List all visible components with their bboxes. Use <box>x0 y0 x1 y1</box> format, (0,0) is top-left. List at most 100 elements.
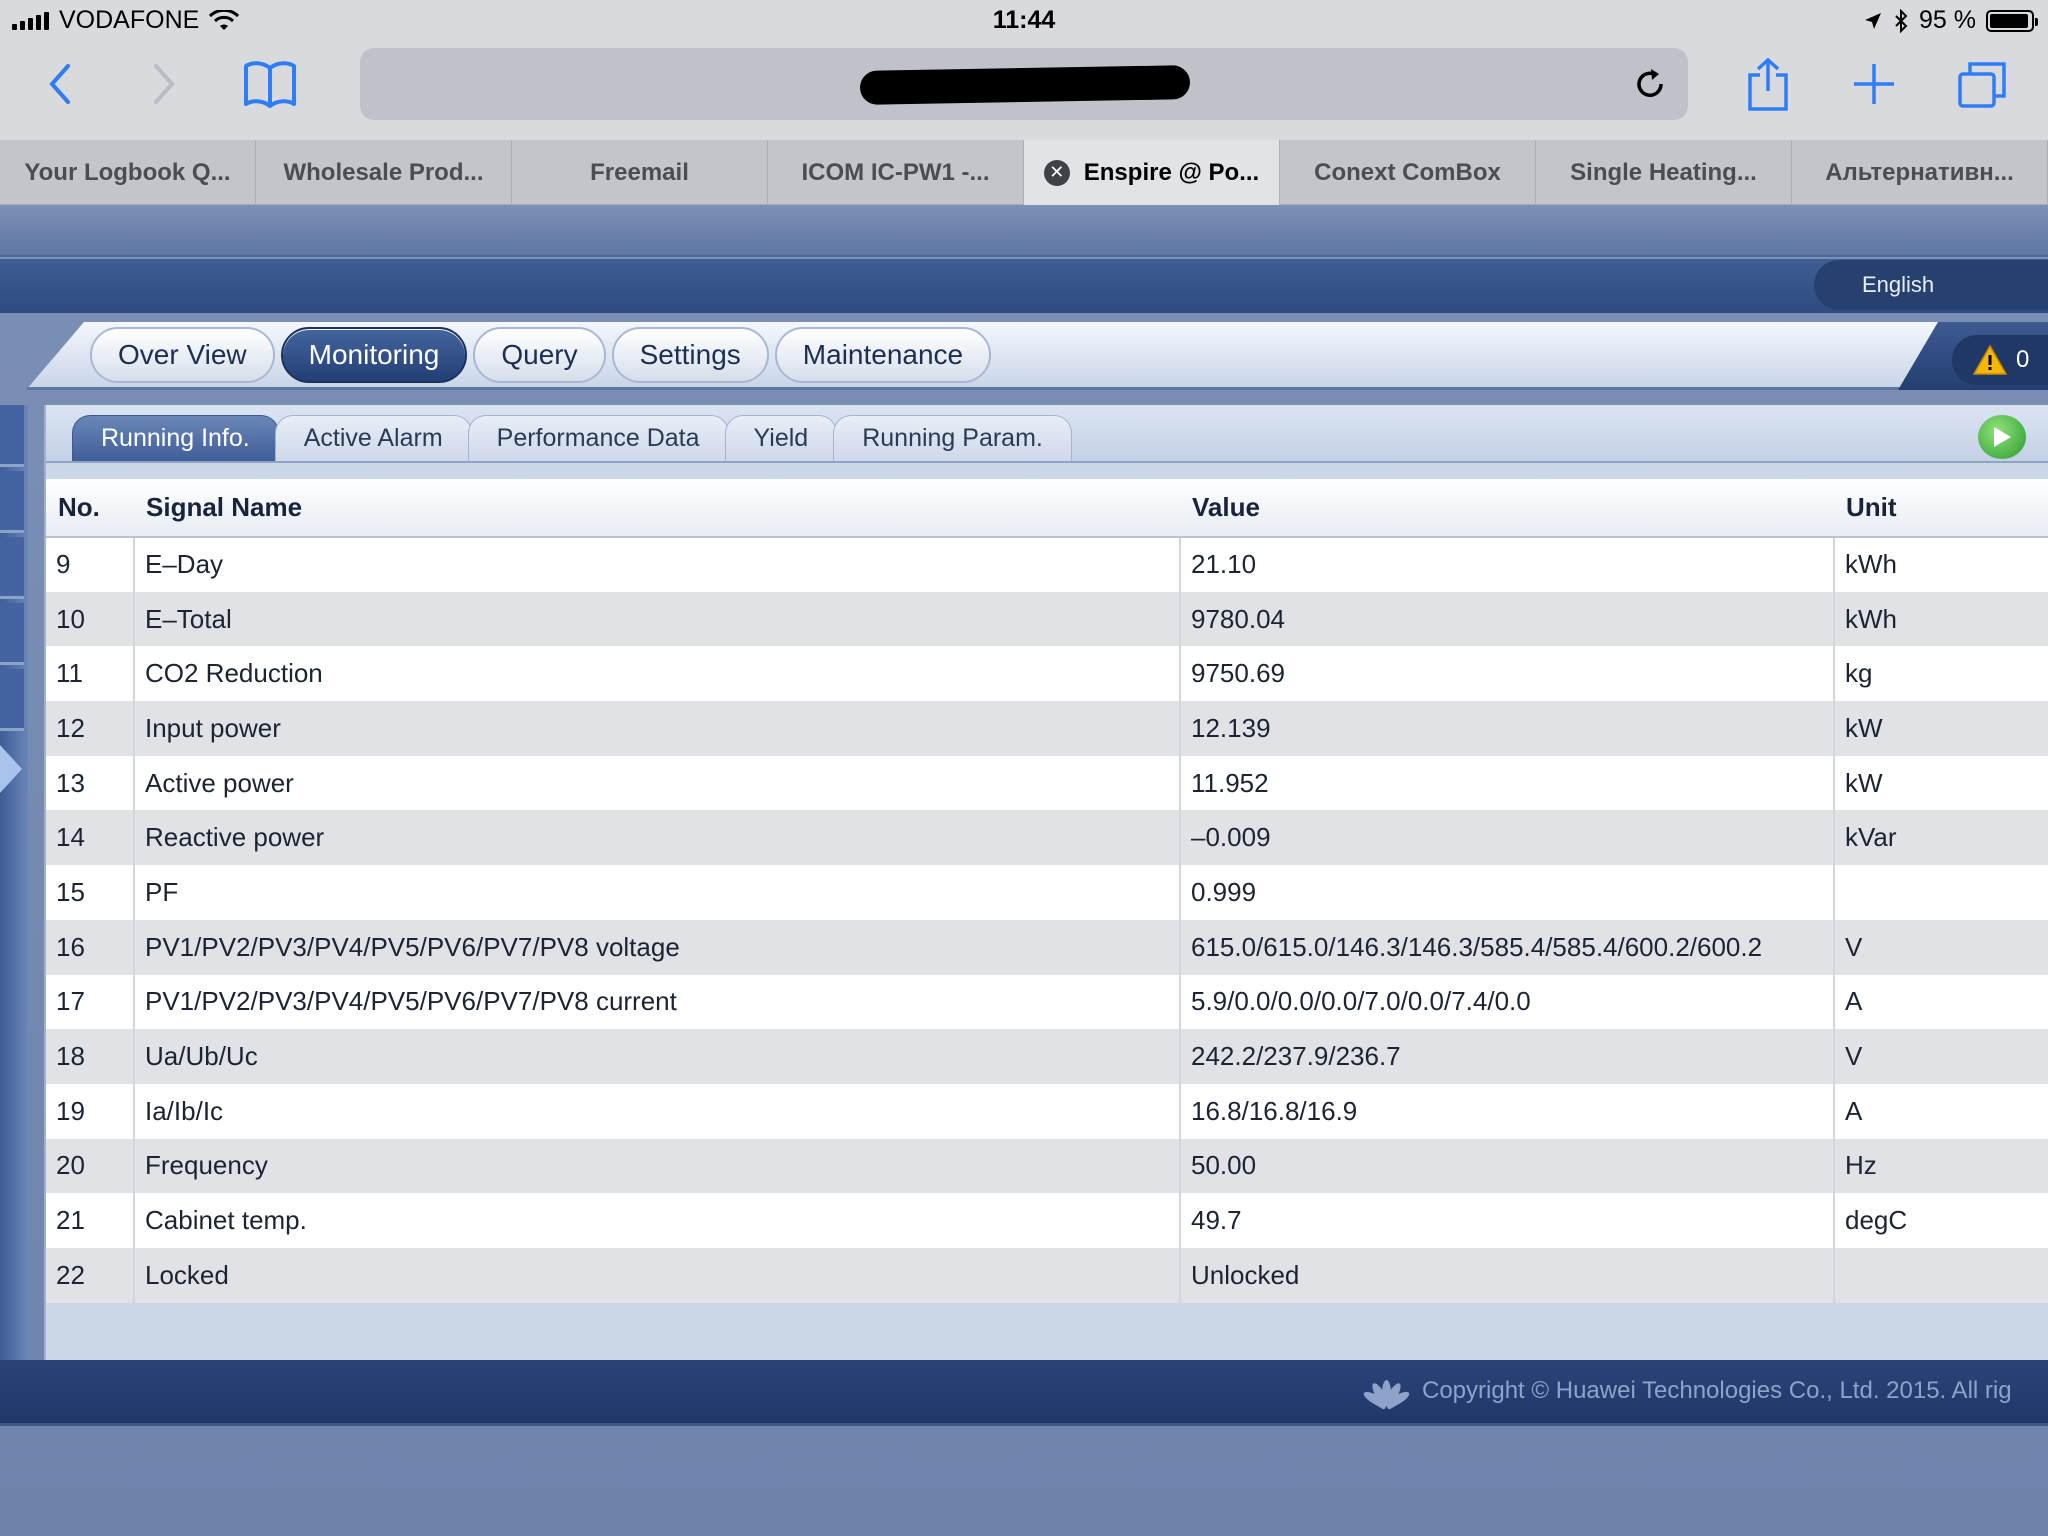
cell-unit <box>1834 1248 2048 1303</box>
copyright-text: Copyright © Huawei Technologies Co., Ltd… <box>1422 1377 2012 1404</box>
cell-no: 22 <box>46 1247 135 1303</box>
cell-signal-name: Reactive power <box>134 810 1181 866</box>
cell-no: 19 <box>46 1083 135 1139</box>
warning-icon <box>1972 344 2008 375</box>
table-row[interactable]: 15 PF 0.999 <box>46 865 2048 920</box>
subtab-running-param[interactable]: Running Param. <box>833 415 1072 461</box>
alarm-indicator[interactable]: 0 <box>1952 335 2048 385</box>
status-right: 95 % <box>1863 6 2038 35</box>
cell-value: 21.10 <box>1180 537 1835 592</box>
cell-value: 50.00 <box>1180 1138 1835 1194</box>
nav-settings[interactable]: Settings <box>611 327 769 383</box>
battery-icon <box>1986 9 2038 32</box>
tabs-overview-button[interactable] <box>1950 52 2014 116</box>
browser-tab-active[interactable]: ✕ Enspire @ Po... <box>1024 140 1280 205</box>
chevron-right-icon <box>154 64 175 104</box>
table-row[interactable]: 21 Cabinet temp. 49.7 degC <box>46 1193 2048 1248</box>
table-row[interactable]: 18 Ua/Ub/Uc 242.2/237.9/236.7 V <box>46 1029 2048 1084</box>
back-button[interactable] <box>28 52 92 116</box>
table-row[interactable]: 9 E–Day 21.10 kWh <box>46 537 2048 592</box>
nav-query[interactable]: Query <box>473 327 606 383</box>
browser-tab-label: Альтернативн... <box>1825 158 2014 186</box>
book-icon <box>244 61 296 108</box>
subtabs: Running Info. Active Alarm Performance D… <box>72 415 1072 461</box>
browser-toolbar <box>0 42 2048 140</box>
column-header-unit: Unit <box>1834 479 2048 538</box>
table-row[interactable]: 17 PV1/PV2/PV3/PV4/PV5/PV6/PV7/PV8 curren… <box>46 974 2048 1030</box>
cell-signal-name: PF <box>134 865 1181 920</box>
browser-tab[interactable]: Single Heating... <box>1536 140 1792 205</box>
nav-monitoring[interactable]: Monitoring <box>280 327 468 383</box>
cell-value: 49.7 <box>1180 1193 1835 1248</box>
cell-unit: degC <box>1845 1205 1908 1236</box>
reload-button[interactable] <box>1630 64 1670 104</box>
bookmarks-button[interactable] <box>238 52 302 116</box>
status-bar: VODAFONE 11:44 95 % <box>0 0 2048 42</box>
share-icon <box>1748 57 1788 111</box>
browser-tab-label: ICOM IC-PW1 -... <box>801 158 990 186</box>
subtab-active-alarm[interactable]: Active Alarm <box>274 415 472 461</box>
tabs-icon <box>1958 62 2006 108</box>
play-icon <box>1994 427 2011 447</box>
language-selector[interactable]: English <box>1814 260 2048 310</box>
cell-signal-name: Ia/Ib/Ic <box>134 1083 1181 1139</box>
web-page: English Over View Monitoring Query Setti… <box>0 205 2048 1536</box>
huawei-logo-icon <box>1361 1376 1412 1410</box>
share-button[interactable] <box>1736 52 1800 116</box>
cell-signal-name: Frequency <box>134 1138 1181 1194</box>
forward-button[interactable] <box>132 52 196 116</box>
cell-signal-name: PV1/PV2/PV3/PV4/PV5/PV6/PV7/PV8 voltage <box>134 919 1181 975</box>
subtab-yield[interactable]: Yield <box>724 415 838 461</box>
cell-unit: V <box>1845 1041 1863 1072</box>
copyright: Copyright © Huawei Technologies Co., Ltd… <box>1361 1376 2012 1410</box>
table-row[interactable]: 22 Locked Unlocked <box>46 1247 2048 1303</box>
browser-tab-label: Single Heating... <box>1570 158 1757 186</box>
browser-tab-label: Conext ComBox <box>1314 158 1501 186</box>
column-header-value: Value <box>1180 479 1834 538</box>
table-row[interactable]: 20 Frequency 50.00 Hz <box>46 1138 2048 1194</box>
cell-no: 13 <box>46 755 135 811</box>
plus-icon <box>1854 64 1894 104</box>
browser-tab[interactable]: Альтернативн... <box>1792 140 2048 205</box>
table-row[interactable]: 11 CO2 Reduction 9750.69 kg <box>46 646 2048 702</box>
table-row[interactable]: 19 Ia/Ib/Ic 16.8/16.8/16.9 A <box>46 1083 2048 1139</box>
address-bar[interactable] <box>360 48 1688 120</box>
chevron-left-icon <box>49 64 70 104</box>
cell-value: 11.952 <box>1180 755 1835 811</box>
browser-tab[interactable]: Your Logbook Q... <box>0 140 256 205</box>
table-row[interactable]: 12 Input power 12.139 kW <box>46 701 2048 756</box>
expand-arrow-icon[interactable] <box>0 745 22 793</box>
nav-over-view[interactable]: Over View <box>90 327 275 383</box>
table-row[interactable]: 13 Active power 11.952 kW <box>46 755 2048 811</box>
cell-no: 16 <box>46 919 135 975</box>
browser-tab[interactable]: Wholesale Prod... <box>256 140 512 205</box>
bluetooth-icon <box>1895 8 1908 33</box>
cell-value: 16.8/16.8/16.9 <box>1180 1083 1835 1139</box>
table-row[interactable]: 14 Reactive power –0.009 kVar <box>46 810 2048 866</box>
subtab-running-info[interactable]: Running Info. <box>72 415 279 461</box>
browser-tab[interactable]: Conext ComBox <box>1280 140 1536 205</box>
side-panel-handle[interactable] <box>0 405 28 1365</box>
cell-unit: kW <box>1845 712 1883 743</box>
table-row[interactable]: 16 PV1/PV2/PV3/PV4/PV5/PV6/PV7/PV8 voltag… <box>46 919 2048 975</box>
play-button[interactable] <box>1978 415 2026 459</box>
subtab-performance-data[interactable]: Performance Data <box>467 415 729 461</box>
new-tab-button[interactable] <box>1842 52 1906 116</box>
close-tab-icon[interactable]: ✕ <box>1043 159 1070 186</box>
nav-maintenance[interactable]: Maintenance <box>774 327 992 383</box>
table-row[interactable]: 10 E–Total 9780.04 kWh <box>46 591 2048 647</box>
cell-no: 14 <box>46 810 135 866</box>
cell-signal-name: E–Total <box>134 591 1181 647</box>
cell-signal-name: CO2 Reduction <box>134 646 1181 702</box>
cell-no: 15 <box>46 865 135 920</box>
cell-value: 5.9/0.0/0.0/0.0/7.0/0.0/7.4/0.0 <box>1180 974 1835 1030</box>
cell-value: 9750.69 <box>1180 646 1835 702</box>
browser-tab[interactable]: Freemail <box>512 140 768 205</box>
browser-tab-label: Wholesale Prod... <box>283 158 484 186</box>
cell-unit: V <box>1845 931 1863 962</box>
cell-signal-name: Ua/Ub/Uc <box>134 1029 1181 1084</box>
cell-unit: kWh <box>1845 603 1897 634</box>
cell-no: 21 <box>46 1193 135 1248</box>
browser-tab[interactable]: ICOM IC-PW1 -... <box>768 140 1024 205</box>
cell-unit <box>1834 865 2048 920</box>
